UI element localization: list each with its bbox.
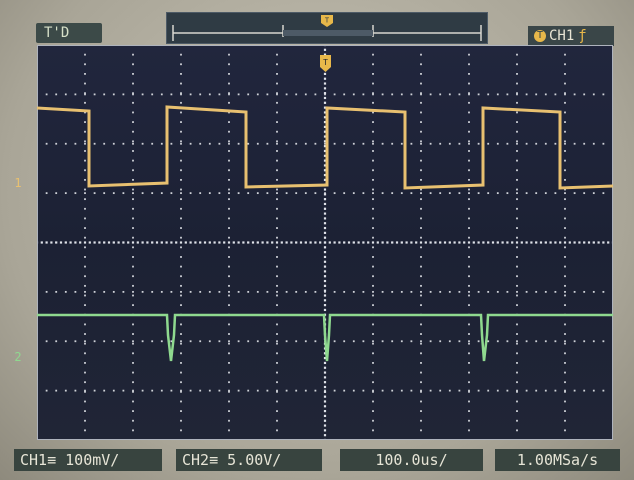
memory-position-graphic: T (172, 15, 482, 41)
trigger-icon: T (534, 30, 546, 42)
svg-text:T: T (323, 58, 328, 67)
trigger-edge-icon: ƒ (578, 28, 587, 44)
ch1-level-marker: 1 (14, 176, 22, 190)
timebase[interactable]: 100.0us/ (340, 449, 483, 471)
memory-position-bar[interactable]: T (166, 12, 488, 44)
ch2-level-marker: 2 (14, 350, 22, 364)
ch1-scale[interactable]: CH1≡ 100mV/ (14, 449, 162, 471)
trigger-position-icon: T (321, 15, 333, 27)
ch2-trace (37, 313, 613, 362)
run-status: T'D (36, 23, 102, 43)
ch2-scale[interactable]: CH2≡ 5.00V/ (176, 449, 322, 471)
top-bar: T'D T T CH1 ƒ (0, 0, 634, 46)
waveform-traces: T (37, 55, 613, 362)
sample-rate: 1.00MSa/s (495, 449, 620, 471)
trigger-marker-icon: T (320, 55, 331, 72)
trigger-status: T CH1 ƒ (528, 26, 614, 46)
ch1-trace (37, 105, 613, 190)
bottom-status-bar: CH1≡ 100mV/ CH2≡ 5.00V/ 100.0us/ 1.00MSa… (0, 444, 634, 480)
waveform-display: T (37, 45, 613, 440)
trigger-channel: CH1 (549, 28, 575, 44)
